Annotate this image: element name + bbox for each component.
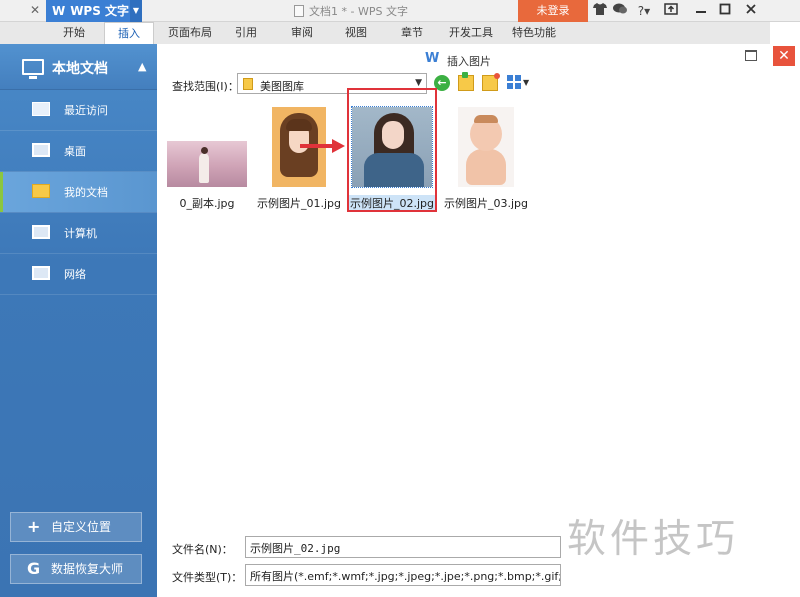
thumbnail-figure: [199, 153, 209, 183]
plus-icon: +: [27, 517, 41, 536]
thumbnail-figure: [466, 149, 506, 185]
desktop-icon: [32, 143, 50, 157]
sidebar-item-desktop[interactable]: 桌面: [0, 131, 157, 171]
lookin-value: 美图图库: [260, 80, 304, 93]
folder-icon: [32, 184, 50, 198]
file-name: 示例图片_01.jpg: [256, 197, 341, 210]
ribbon-left-filler: [0, 22, 46, 44]
close-icon[interactable]: [740, 2, 762, 20]
image-thumbnail: [458, 107, 514, 187]
data-recovery-button[interactable]: G 数据恢复大师: [10, 554, 142, 584]
chevron-down-icon: ▼: [523, 78, 530, 87]
monitor-icon: [22, 59, 44, 79]
custom-location-button[interactable]: + 自定义位置: [10, 512, 142, 542]
tab-special-features[interactable]: 特色功能: [506, 22, 562, 44]
chevron-down-icon: ▼: [130, 0, 142, 22]
network-icon: [32, 266, 50, 280]
filename-label: 文件名(N)：: [172, 543, 233, 556]
tab-close-icon[interactable]: ✕: [28, 3, 42, 17]
tab-start[interactable]: 开始: [54, 22, 94, 44]
sidebar-item-network[interactable]: 网络: [0, 254, 157, 294]
dialog-title: 插入图片: [447, 55, 491, 68]
sidebar-item-label: 最近访问: [64, 104, 108, 117]
help-icon[interactable]: ?▾: [634, 3, 654, 19]
sidebar-item-label: 计算机: [64, 227, 97, 240]
chat-icon[interactable]: [612, 3, 628, 19]
recent-icon: [32, 102, 50, 116]
tab-view[interactable]: 视图: [336, 22, 376, 44]
document-title: 文档1 * - WPS 文字: [294, 3, 408, 19]
wps-logo-icon: W: [52, 4, 66, 18]
dialog-maximize-icon[interactable]: [745, 50, 757, 61]
minimize-icon[interactable]: [690, 2, 712, 20]
custom-location-label: 自定义位置: [51, 520, 112, 534]
maximize-icon[interactable]: [714, 2, 736, 20]
computer-icon: [32, 225, 50, 239]
dialog-titlebar: W 插入图片 ✕: [157, 44, 800, 72]
file-name: 0_副本.jpg: [179, 197, 235, 210]
tab-developer[interactable]: 开发工具: [444, 22, 498, 44]
lookin-label: 查找范围(I)：: [172, 80, 239, 93]
image-thumbnail: [167, 141, 247, 187]
ribbon-tabs: 开始 插入 页面布局 引用 审阅 视图 章节 开发工具 特色功能: [46, 22, 770, 44]
annotation-highlight-box: [347, 88, 437, 212]
shirt-icon[interactable]: [592, 3, 608, 19]
folder-icon: [243, 78, 253, 90]
tab-page-layout[interactable]: 页面布局: [162, 22, 218, 44]
sidebar-item-computer[interactable]: 计算机: [0, 213, 157, 253]
local-documents-header[interactable]: 本地文档 ▲: [0, 44, 157, 90]
document-title-text: 文档1 * - WPS 文字: [309, 5, 408, 18]
tab-references[interactable]: 引用: [226, 22, 266, 44]
location-sidebar: 本地文档 ▲ 最近访问 桌面 我的文档 计算机 网络 + 自定义位置 G 数据恢…: [0, 44, 157, 597]
chevron-down-icon: ▼: [415, 78, 422, 88]
dialog-close-icon[interactable]: ✕: [773, 46, 795, 66]
file-item[interactable]: 示例图片_03.jpg: [442, 106, 530, 212]
wps-logo-icon: W: [425, 51, 440, 66]
tab-insert[interactable]: 插入: [104, 22, 154, 44]
sidebar-item-recent[interactable]: 最近访问: [0, 90, 157, 130]
view-menu-icon[interactable]: ▼: [507, 75, 529, 91]
new-folder-icon[interactable]: [482, 73, 500, 91]
annotation-arrow: [300, 139, 345, 153]
tab-review[interactable]: 审阅: [282, 22, 322, 44]
thumbnail-figure: [474, 115, 498, 123]
data-recovery-label: 数据恢复大师: [51, 562, 124, 576]
grid-cell: [507, 75, 513, 81]
file-item[interactable]: 0_副本.jpg: [163, 106, 251, 212]
grid-cell: [507, 83, 513, 89]
grid-cell: [515, 75, 521, 81]
login-button[interactable]: 未登录: [518, 0, 588, 22]
sidebar-item-my-documents[interactable]: 我的文档: [0, 172, 157, 212]
recovery-icon: G: [27, 559, 41, 578]
thumbnail-figure: [201, 147, 208, 154]
app-name: WPS 文字: [70, 4, 130, 18]
app-titlebar: ✕ W WPS 文字 ▼ 文档1 * - WPS 文字 未登录 ?▾: [0, 0, 800, 22]
app-menu-button[interactable]: W WPS 文字 ▼: [46, 0, 142, 22]
document-icon: [294, 5, 304, 17]
file-item[interactable]: 示例图片_01.jpg: [255, 106, 343, 212]
tab-chapter[interactable]: 章节: [392, 22, 432, 44]
sidebar-divider: [0, 294, 157, 295]
local-documents-label: 本地文档: [52, 61, 108, 77]
help-label: ?: [637, 4, 645, 18]
filename-input[interactable]: 示例图片_02.jpg: [245, 536, 561, 558]
watermark-text: 软件技巧: [567, 517, 740, 562]
collapse-arrow-icon[interactable]: ▲: [138, 60, 146, 73]
sidebar-item-label: 我的文档: [64, 186, 108, 199]
sidebar-item-label: 网络: [64, 268, 86, 281]
ribbon-right-filler: [770, 22, 800, 44]
file-name: 示例图片_03.jpg: [443, 197, 528, 210]
screen-icon[interactable]: [660, 2, 682, 20]
sidebar-item-label: 桌面: [64, 145, 86, 158]
filetype-label: 文件类型(T)：: [172, 571, 243, 584]
grid-cell: [515, 83, 521, 89]
filetype-select[interactable]: 所有图片(*.emf;*.wmf;*.jpg;*.jpeg;*.jpe;*.pn…: [245, 564, 561, 586]
thumbnail-figure: [286, 119, 312, 131]
up-folder-icon[interactable]: [458, 72, 474, 91]
